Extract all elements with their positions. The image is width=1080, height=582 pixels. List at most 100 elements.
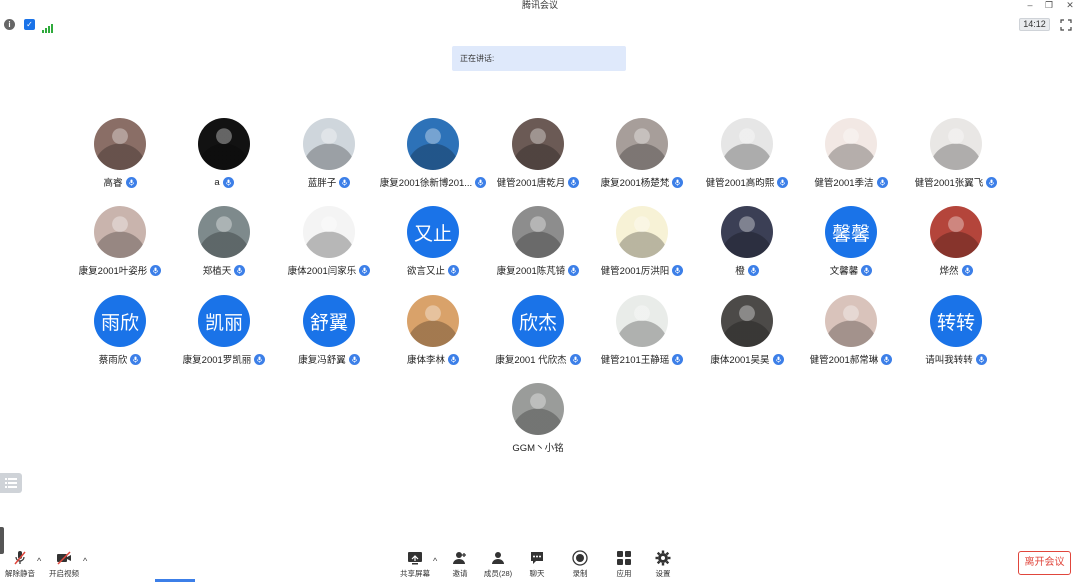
- members-button[interactable]: 成员(28): [478, 550, 518, 580]
- participant-tile[interactable]: 健管2001郝常琳: [799, 295, 903, 366]
- avatar: 转转: [930, 295, 982, 347]
- settings-button[interactable]: 设置: [643, 550, 683, 580]
- speaking-banner: 正在讲话:: [452, 46, 626, 71]
- window-title: 腾讯会议: [521, 0, 558, 10]
- avatar: [94, 206, 146, 258]
- participant-tile[interactable]: 健管2001唐乾月: [486, 118, 590, 189]
- participant-tile[interactable]: 雨欣 蔡雨欣: [68, 295, 172, 366]
- participant-tile[interactable]: 烨然: [904, 206, 1008, 277]
- participant-tile[interactable]: 康体李林: [381, 295, 485, 366]
- signal-icon[interactable]: [42, 20, 54, 33]
- participant-tile[interactable]: 康复2001叶姿彤: [68, 206, 172, 277]
- participant-name: 康体2001闫家乐: [287, 266, 357, 277]
- participant-tile[interactable]: 蓝胖子: [277, 118, 381, 189]
- fullscreen-icon[interactable]: [1060, 18, 1072, 31]
- participant-tile[interactable]: 健管2001季洁: [799, 118, 903, 189]
- minimize-icon[interactable]: –: [1024, 0, 1036, 10]
- participant-name: 康复2001叶姿彤: [78, 266, 148, 277]
- avatar: [198, 206, 250, 258]
- mic-muted-icon: [14, 551, 26, 565]
- participant-name-row: 健管2101王静瑶: [582, 352, 702, 366]
- mic-icon: [222, 176, 234, 188]
- participant-tile[interactable]: 康复2001陈芃锜: [486, 206, 590, 277]
- avatar: [303, 118, 355, 170]
- mic-icon: [568, 264, 580, 276]
- participant-name: 康复冯舒翼: [298, 355, 346, 366]
- participant-tile[interactable]: 康复2001徐新博201...: [380, 118, 487, 189]
- participant-tile[interactable]: 健管2001张翼飞: [904, 118, 1008, 189]
- record-button[interactable]: 录制: [560, 550, 600, 580]
- mic-icon: [130, 353, 142, 365]
- mic-icon: [568, 176, 580, 188]
- chat-icon: [531, 552, 543, 564]
- participant-tile[interactable]: 康复2001杨楚梵: [590, 118, 694, 189]
- video-options-chevron-icon[interactable]: ^: [83, 556, 87, 566]
- mic-icon: [150, 264, 162, 276]
- participant-name: 健管2001郝常琳: [809, 355, 879, 366]
- participant-tile[interactable]: a: [172, 118, 276, 188]
- avatar-text: 舒翼: [309, 312, 348, 334]
- avatar: 欣杰: [512, 295, 564, 347]
- participant-tile[interactable]: 橙: [695, 206, 799, 277]
- list-toggle-button[interactable]: [0, 473, 22, 493]
- restore-icon[interactable]: ❐: [1043, 0, 1055, 10]
- participant-name: 蓝胖子: [307, 178, 337, 189]
- mic-icon: [359, 264, 371, 276]
- avatar-text: 馨馨: [831, 223, 870, 245]
- participant-name: 烨然: [939, 266, 959, 277]
- participant-tile[interactable]: 郑植天: [172, 206, 276, 277]
- leave-meeting-button[interactable]: 离开会议: [1018, 551, 1071, 575]
- share-options-chevron-icon[interactable]: ^: [433, 556, 437, 566]
- avatar: [407, 118, 459, 170]
- participant-name-row: 康复2001杨楚梵: [582, 175, 702, 189]
- start-video-button[interactable]: 开启视频: [44, 550, 84, 580]
- participant-tile[interactable]: 高睿: [68, 118, 172, 189]
- participant-name: 欲言又止: [406, 266, 445, 277]
- avatar: [721, 118, 773, 170]
- participant-tile[interactable]: 凯丽 康复2001罗凯丽: [172, 295, 276, 366]
- info-icon[interactable]: i: [4, 19, 15, 30]
- participant-tile[interactable]: 转转请叫我转转: [904, 295, 1008, 366]
- audio-options-chevron-icon[interactable]: ^: [37, 556, 41, 566]
- participant-tile[interactable]: 健管2001厉洪阳: [590, 206, 694, 277]
- shield-icon[interactable]: ✓: [24, 19, 35, 30]
- participant-name: GGM丶小铭: [512, 443, 564, 454]
- participant-name-row: 烨然: [896, 263, 1016, 277]
- mic-icon: [569, 353, 581, 365]
- participant-tile[interactable]: 又止 欲言又止: [381, 206, 485, 277]
- participant-tile[interactable]: 健管2101王静瑶: [590, 295, 694, 366]
- participant-tile[interactable]: GGM丶小铭: [486, 383, 590, 454]
- chat-button[interactable]: 聊天: [517, 550, 557, 580]
- share-screen-button[interactable]: 共享屏幕: [395, 550, 435, 580]
- unmute-label: 解除静音: [5, 569, 35, 578]
- participant-tile[interactable]: 馨馨 文馨馨: [799, 206, 903, 277]
- bottom-toolbar: 解除静音 ^ 开启视频 ^ 共享屏幕 ^ 邀请 成员(28) 聊天 录制 应用 …: [0, 544, 1080, 582]
- mic-icon: [672, 353, 684, 365]
- participant-name-row: 健管2001高昀熙: [687, 175, 807, 189]
- mic-icon: [125, 176, 137, 188]
- meeting-time: 14:12: [1019, 18, 1050, 31]
- invite-button[interactable]: 邀请: [440, 550, 480, 580]
- participant-tile[interactable]: 康体2001闫家乐: [277, 206, 381, 277]
- participant-name: 康复2001 代欣杰: [495, 355, 567, 366]
- mic-icon: [254, 353, 266, 365]
- participant-tile[interactable]: 康体2001吴昊: [695, 295, 799, 366]
- avatar: 凯丽: [198, 295, 250, 347]
- participant-name: 健管2001张翼飞: [914, 178, 984, 189]
- avatar: 又止: [407, 206, 459, 258]
- participant-tile[interactable]: 舒翼康复冯舒翼: [277, 295, 381, 366]
- participant-name: 请叫我转转: [925, 355, 973, 366]
- close-icon[interactable]: ✕: [1064, 0, 1076, 10]
- status-row: i ✓ 14:12: [0, 17, 1080, 33]
- avatar: [407, 295, 459, 347]
- avatar-text: 转转: [936, 312, 975, 334]
- apps-button[interactable]: 应用: [604, 550, 644, 580]
- participant-name-row: 高睿: [60, 175, 180, 189]
- participant-name-row: 康复2001 代欣杰: [478, 352, 598, 366]
- participant-tile[interactable]: 欣杰康复2001 代欣杰: [486, 295, 590, 366]
- participant-name-row: 康体李林: [373, 352, 493, 366]
- participant-tile[interactable]: 健管2001高昀熙: [695, 118, 799, 189]
- unmute-button[interactable]: 解除静音: [0, 550, 40, 580]
- avatar: [825, 295, 877, 347]
- participant-name-row: 文馨馨: [791, 263, 911, 277]
